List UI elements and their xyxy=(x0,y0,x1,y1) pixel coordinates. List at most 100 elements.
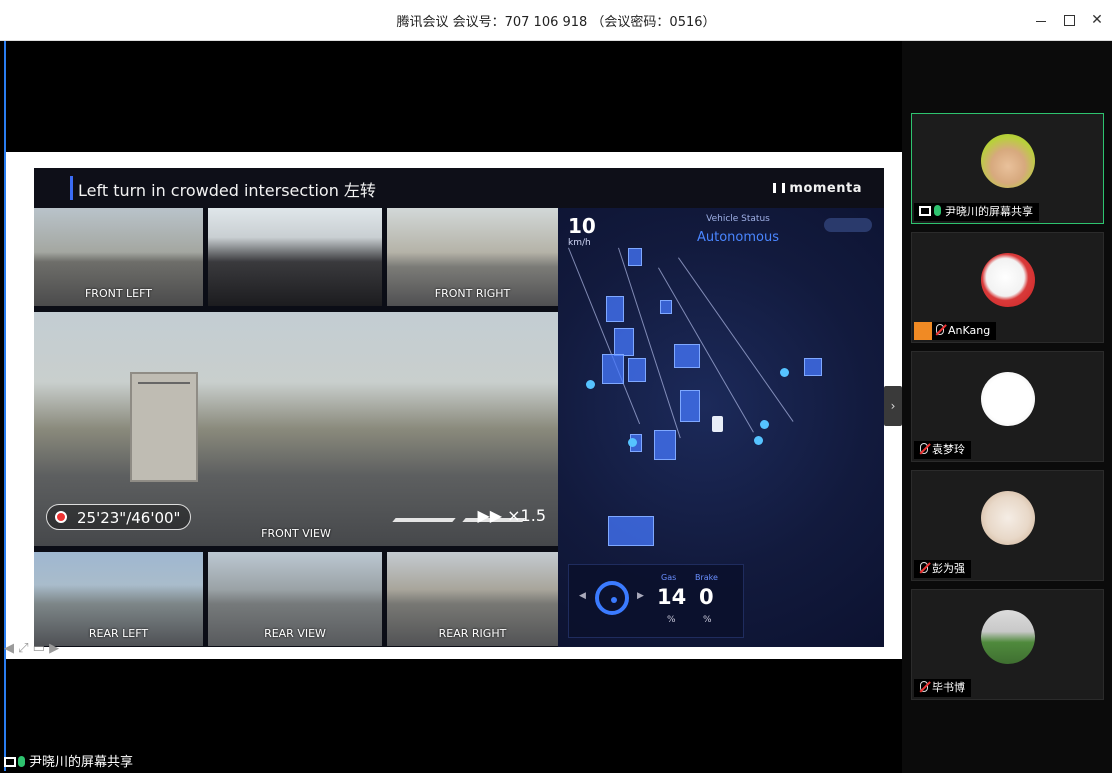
mic-on-icon xyxy=(18,756,25,767)
participant-tile[interactable]: 毕书博 xyxy=(911,589,1104,700)
mic-muted-icon xyxy=(920,681,928,692)
brake-value: 0 xyxy=(699,585,714,609)
camera-rear-right: REAR RIGHT xyxy=(387,552,558,646)
participant-nametag: 袁梦玲 xyxy=(914,441,971,459)
window-title: 腾讯会议 会议号：707 106 918 （会议密码：0516） xyxy=(396,15,716,30)
slide-nav-controls[interactable]: ◀ ⤢ ▭ ▶ xyxy=(4,641,74,657)
gas-value: 14 xyxy=(657,585,687,609)
record-time: 25'23"/46'00" xyxy=(77,509,181,527)
vehicle-object xyxy=(660,300,672,314)
camera-front-right: FRONT RIGHT xyxy=(387,208,558,306)
avatar xyxy=(981,253,1035,307)
camera-interior xyxy=(208,208,382,306)
brake-label: Brake xyxy=(695,573,718,582)
vehicle-object xyxy=(654,430,676,460)
participant-tile[interactable]: AnKang xyxy=(911,232,1104,343)
record-icon xyxy=(55,511,67,523)
vehicle-object xyxy=(628,358,646,382)
mic-muted-icon xyxy=(920,562,928,573)
camera-rear-left: REAR LEFT xyxy=(34,552,203,646)
participant-name: AnKang xyxy=(948,324,991,337)
momenta-logo-icon xyxy=(773,183,786,193)
camera-front-left: FRONT LEFT xyxy=(34,208,203,306)
vehicle-object xyxy=(602,354,624,384)
maximize-button[interactable] xyxy=(1056,9,1082,31)
participant-name: 尹晓川的屏幕共享 xyxy=(945,205,1033,218)
lane-line xyxy=(658,267,754,433)
camera-label-front-right: FRONT RIGHT xyxy=(434,287,511,300)
avatar xyxy=(981,372,1035,426)
camera-label-front-left: FRONT LEFT xyxy=(84,287,152,300)
pedestrian-marker xyxy=(754,436,763,445)
control-dashboard: ◀ ▶ Gas Brake 14 0 % % xyxy=(568,564,744,638)
slide-title: Left turn in crowded intersection 左转 xyxy=(78,181,376,200)
participant-name: 彭为强 xyxy=(932,562,965,575)
minimize-button[interactable] xyxy=(1028,9,1054,31)
screen-share-area: Left turn in crowded intersection 左转 mom… xyxy=(4,41,904,771)
screen-share-icon xyxy=(4,757,16,767)
brand-logo: momenta xyxy=(773,181,862,196)
mic-on-icon xyxy=(934,205,941,216)
vehicle-object xyxy=(614,328,634,356)
mic-muted-icon xyxy=(920,443,928,454)
camera-label-rear-view: REAR VIEW xyxy=(264,627,326,640)
vehicle-object xyxy=(680,390,700,422)
camera-label-rear-right: REAR RIGHT xyxy=(438,627,507,640)
pedestrian-marker xyxy=(628,438,637,447)
participant-name: 袁梦玲 xyxy=(932,443,965,456)
playback-speed: ▶▶ ×1.5 xyxy=(477,506,546,525)
meeting-window: 腾讯会议 会议号：707 106 918 （会议密码：0516） ✕ Left … xyxy=(0,0,1112,773)
participant-sidebar: 尹晓川的屏幕共享 AnKang 袁梦玲 彭为强 毕书博 xyxy=(902,41,1112,773)
shared-slide: Left turn in crowded intersection 左转 mom… xyxy=(6,152,904,659)
camera-label-front-view: FRONT VIEW xyxy=(261,527,331,540)
mic-muted-icon xyxy=(936,324,944,335)
participant-name: 毕书博 xyxy=(932,681,965,694)
presenter-label: 尹晓川的屏幕共享 xyxy=(29,755,134,770)
vehicle-object xyxy=(608,516,654,546)
pedestrian-marker xyxy=(780,368,789,377)
title-accent-bar xyxy=(70,176,73,200)
participant-nametag: 尹晓川的屏幕共享 xyxy=(914,203,1039,221)
participant-tile[interactable]: 尹晓川的屏幕共享 xyxy=(911,113,1104,224)
gas-label: Gas xyxy=(661,573,677,582)
avatar xyxy=(981,491,1035,545)
vehicle-object xyxy=(804,358,822,376)
presenter-tag: 尹晓川的屏幕共享 xyxy=(4,751,133,771)
vehicle-status-value: Autonomous xyxy=(696,230,779,245)
pedestrian-marker xyxy=(760,420,769,429)
slide-content: Left turn in crowded intersection 左转 mom… xyxy=(34,168,884,647)
vehicle-object xyxy=(628,248,642,266)
participant-tile[interactable]: 袁梦玲 xyxy=(911,351,1104,462)
right-indicator-icon: ▶ xyxy=(637,591,644,601)
participant-tile[interactable]: 彭为强 xyxy=(911,470,1104,581)
title-bar: 腾讯会议 会议号：707 106 918 （会议密码：0516） ✕ xyxy=(0,0,1112,41)
avatar xyxy=(981,134,1035,188)
perception-map: 10 km/h Vehicle Status Autonomous ◀ ▶ Ga… xyxy=(558,208,884,647)
brand-name: momenta xyxy=(789,181,862,196)
gas-unit: % xyxy=(667,615,676,625)
vehicle-object xyxy=(674,344,700,368)
participant-nametag: 彭为强 xyxy=(914,560,971,578)
ego-vehicle xyxy=(712,416,723,432)
speed-value: 10 xyxy=(568,214,596,238)
avatar xyxy=(981,610,1035,664)
participant-nametag: 毕书博 xyxy=(914,679,971,697)
camera-front-view: 25'23"/46'00" FRONT VIEW ▶▶ ×1.5 xyxy=(34,312,558,546)
collapse-sidebar-button[interactable]: › xyxy=(884,386,902,426)
vehicle-object xyxy=(606,296,624,322)
screen-share-icon xyxy=(919,206,931,216)
left-indicator-icon: ◀ xyxy=(579,591,586,601)
truck-image xyxy=(130,372,198,482)
user-icon xyxy=(914,322,932,340)
participant-nametag: AnKang xyxy=(914,322,997,340)
steering-wheel-icon xyxy=(595,581,629,615)
pedestrian-marker xyxy=(586,380,595,389)
slide-header: Left turn in crowded intersection 左转 mom… xyxy=(34,168,884,208)
road-marking xyxy=(392,518,456,522)
vehicle-status-label: Vehicle Status xyxy=(706,214,770,224)
close-button[interactable]: ✕ xyxy=(1084,9,1110,31)
brake-unit: % xyxy=(703,615,712,625)
speed-unit: km/h xyxy=(568,238,591,248)
status-pill xyxy=(824,218,872,232)
camera-label-rear-left: REAR LEFT xyxy=(88,627,149,640)
